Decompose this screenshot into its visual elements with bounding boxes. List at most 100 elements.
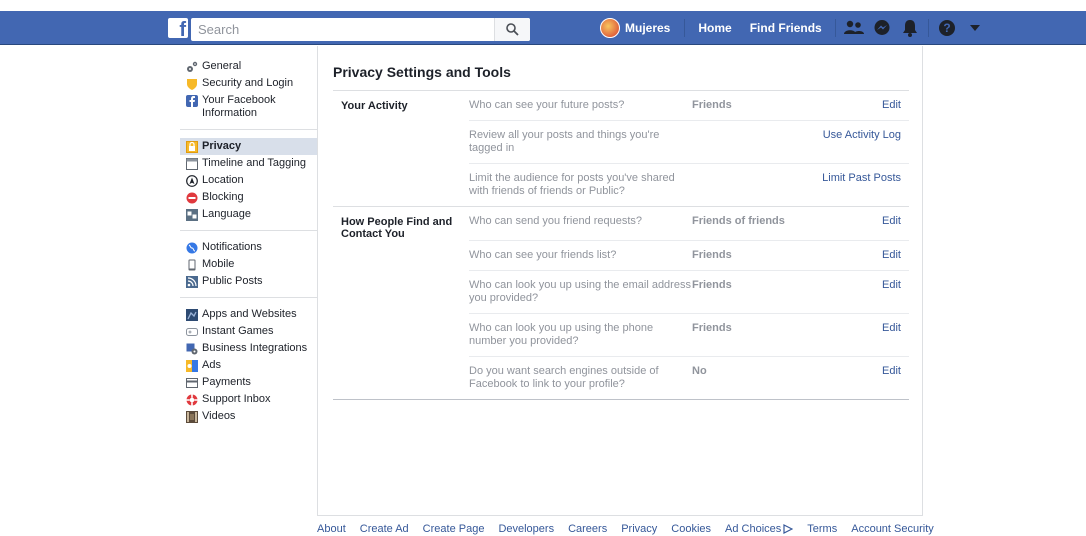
setting-cell: Who can send you friend requests? Friend… <box>469 207 909 240</box>
search-icon <box>506 23 519 36</box>
settings-row: Review all your posts and things you're … <box>333 120 909 163</box>
find-friends-link[interactable]: Find Friends <box>741 11 831 45</box>
blocking-icon <box>186 192 198 204</box>
setting-question: Do you want search engines outside of Fa… <box>469 365 659 390</box>
sidebar-item-label: Timeline and Tagging <box>202 157 306 169</box>
sidebar-item-label: Notifications <box>202 241 262 253</box>
setting-question: Who can look you up using the phone numb… <box>469 322 654 347</box>
settings-row: Who can look you up using the phone numb… <box>333 313 909 356</box>
nav-divider <box>684 19 686 37</box>
facebook-logo[interactable]: f <box>168 18 188 38</box>
help-button[interactable]: ? <box>933 11 961 45</box>
settings-sidebar: General Security and Login Your Facebook… <box>180 58 317 425</box>
sidebar-item-label: Apps and Websites <box>202 308 297 320</box>
settings-table: Your Activity Who can see your future po… <box>333 90 909 400</box>
sidebar-item-apps[interactable]: Apps and Websites <box>180 306 317 323</box>
search-button[interactable] <box>494 18 530 41</box>
footer-links: About Create Ad Create Page Developers C… <box>317 523 948 535</box>
footer-link-developers[interactable]: Developers <box>498 523 554 535</box>
limit-past-posts-link[interactable]: Limit Past Posts <box>802 172 909 198</box>
setting-cell: Limit the audience for posts you've shar… <box>469 163 909 206</box>
setting-cell: Who can look you up using the email addr… <box>469 270 909 313</box>
sidebar-item-privacy[interactable]: Privacy <box>180 138 317 155</box>
setting-value: Friends of friends <box>692 215 785 227</box>
footer-link-cookies[interactable]: Cookies <box>671 523 711 535</box>
footer-link-create-ad[interactable]: Create Ad <box>360 523 409 535</box>
section-heading: How People Find and Contact You <box>341 216 453 240</box>
settings-row: Limit the audience for posts you've shar… <box>333 163 909 206</box>
activity-log-link[interactable]: Use Activity Log <box>802 129 909 155</box>
settings-row: Who can look you up using the email addr… <box>333 270 909 313</box>
edit-link[interactable]: Edit <box>802 215 909 232</box>
edit-link[interactable]: Edit <box>802 365 909 391</box>
sidebar-item-location[interactable]: Location <box>180 172 317 189</box>
messenger-button[interactable] <box>868 11 896 45</box>
apps-icon <box>186 309 198 321</box>
footer-link-terms[interactable]: Terms <box>807 523 837 535</box>
sidebar-item-label: Business Integrations <box>202 342 308 354</box>
games-icon <box>186 326 198 338</box>
sidebar-item-label: Payments <box>202 376 251 388</box>
sidebar-item-notifications[interactable]: Notifications <box>180 239 317 256</box>
notifications-button[interactable] <box>896 11 924 45</box>
sidebar-item-videos[interactable]: Videos <box>180 408 317 425</box>
account-menu-icon <box>969 25 980 31</box>
sidebar-item-general[interactable]: General <box>180 58 317 75</box>
sidebar-item-support-inbox[interactable]: Support Inbox <box>180 391 317 408</box>
sidebar-item-ads[interactable]: Ads <box>180 357 317 374</box>
facebook-logo-letter: f <box>179 19 186 38</box>
footer-link-create-page[interactable]: Create Page <box>423 523 485 535</box>
footer-link-account-security[interactable]: Account Security <box>851 523 934 535</box>
friend-requests-icon <box>843 20 864 34</box>
setting-value <box>692 172 802 198</box>
location-icon <box>186 175 198 187</box>
nav-divider <box>927 19 929 37</box>
setting-cell: Do you want search engines outside of Fa… <box>469 356 909 399</box>
sidebar-item-label: Instant Games <box>202 325 274 337</box>
svg-text:?: ? <box>943 21 950 35</box>
sidebar-item-language[interactable]: Language <box>180 206 317 223</box>
sidebar-item-public-posts[interactable]: Public Posts <box>180 273 317 290</box>
sidebar-item-business-integrations[interactable]: Business Integrations <box>180 340 317 357</box>
footer-link-privacy[interactable]: Privacy <box>621 523 657 535</box>
sidebar-item-timeline[interactable]: Timeline and Tagging <box>180 155 317 172</box>
sidebar-item-label: Public Posts <box>202 275 263 287</box>
settings-row: Your Activity Who can see your future po… <box>333 91 909 120</box>
edit-link[interactable]: Edit <box>802 99 909 112</box>
sidebar-item-label: Ads <box>202 359 221 371</box>
sidebar-item-payments[interactable]: Payments <box>180 374 317 391</box>
sidebar-divider <box>180 129 317 130</box>
setting-value: Friends <box>692 99 732 111</box>
footer-link-about[interactable]: About <box>317 523 346 535</box>
sidebar-divider <box>180 230 317 231</box>
sidebar-item-blocking[interactable]: Blocking <box>180 189 317 206</box>
sidebar-item-mobile[interactable]: Mobile <box>180 256 317 273</box>
search-input[interactable] <box>191 18 491 41</box>
sidebar-item-security[interactable]: Security and Login <box>180 75 317 92</box>
edit-link[interactable]: Edit <box>802 279 909 305</box>
profile-link[interactable]: Mujeres <box>600 18 680 38</box>
setting-question: Limit the audience for posts you've shar… <box>469 172 675 197</box>
edit-link[interactable]: Edit <box>802 249 909 262</box>
facebook-icon <box>186 95 198 107</box>
sidebar-item-facebook-information[interactable]: Your Facebook Information <box>180 92 317 122</box>
edit-link[interactable]: Edit <box>802 322 909 348</box>
support-icon <box>186 394 198 406</box>
sidebar-item-label: Privacy <box>202 140 242 152</box>
home-link[interactable]: Home <box>689 11 740 45</box>
section-heading: Your Activity <box>341 100 408 112</box>
profile-name: Mujeres <box>625 21 671 35</box>
sidebar-item-instant-games[interactable]: Instant Games <box>180 323 317 340</box>
footer-link-careers[interactable]: Careers <box>568 523 607 535</box>
mobile-icon <box>186 259 198 271</box>
avatar <box>600 18 620 38</box>
business-icon <box>186 343 198 355</box>
videos-icon <box>186 411 198 423</box>
account-menu-button[interactable] <box>961 11 989 45</box>
friend-requests-button[interactable] <box>840 11 868 45</box>
footer-link-ad-choices[interactable]: Ad Choices <box>725 523 794 535</box>
